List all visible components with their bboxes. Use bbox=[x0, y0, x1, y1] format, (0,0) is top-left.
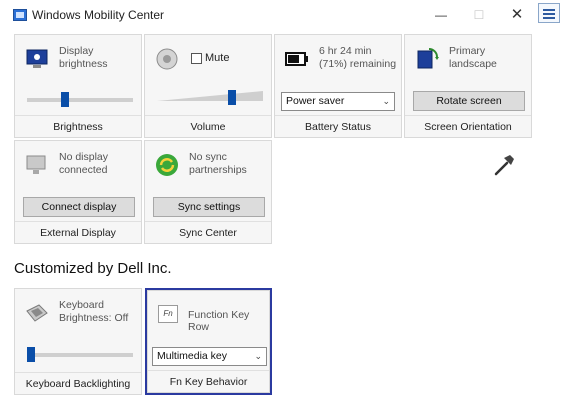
orientation-footer: Screen Orientation bbox=[405, 115, 531, 137]
maximize-button[interactable]: ☐ bbox=[469, 6, 489, 24]
volume-footer: Volume bbox=[145, 115, 271, 137]
power-plan-select[interactable]: Power saver ⌄ bbox=[281, 92, 395, 111]
keyboard-brightness-text: Keyboard Brightness: Off bbox=[59, 299, 129, 324]
volume-tile: Mute Volume bbox=[144, 34, 272, 138]
volume-slider-thumb[interactable] bbox=[227, 90, 236, 105]
battery-status-text: 6 hr 24 min (71%) remaining bbox=[319, 45, 397, 70]
sync-icon bbox=[156, 154, 178, 176]
connect-display-button[interactable]: Connect display bbox=[23, 197, 135, 217]
window-title: Windows Mobility Center bbox=[32, 8, 165, 22]
brightness-tile: Display brightness Brightness bbox=[14, 34, 142, 138]
external-display-text: No display connected bbox=[59, 151, 109, 176]
minimize-button[interactable]: — bbox=[431, 6, 451, 24]
power-plan-value: Power saver bbox=[286, 95, 345, 107]
mute-label: Mute bbox=[205, 52, 230, 64]
close-button[interactable]: ✕ bbox=[507, 6, 527, 24]
title-bar: Windows Mobility Center — ☐ ✕ bbox=[0, 0, 568, 30]
battery-footer: Battery Status bbox=[275, 115, 401, 137]
display-brightness-icon bbox=[26, 49, 48, 68]
external-display-footer: External Display bbox=[15, 221, 141, 243]
sync-settings-button[interactable]: Sync settings bbox=[153, 197, 265, 217]
mobility-center-icon bbox=[13, 9, 27, 21]
screen-orientation-icon bbox=[417, 48, 439, 69]
brightness-slider[interactable] bbox=[27, 98, 133, 102]
external-display-tile: No display connected Connect display Ext… bbox=[14, 140, 142, 244]
brightness-footer: Brightness bbox=[15, 115, 141, 137]
keyboard-backlighting-tile: Keyboard Brightness: Off Keyboard Backli… bbox=[14, 288, 142, 395]
speaker-icon bbox=[156, 48, 178, 70]
orientation-text: Primary landscape bbox=[449, 45, 497, 70]
brightness-label: Display brightness bbox=[59, 45, 108, 70]
sync-center-footer: Sync Center bbox=[145, 221, 271, 243]
external-monitor-icon bbox=[26, 155, 46, 174]
fn-key-highlight-frame bbox=[145, 288, 272, 395]
hammer-icon bbox=[494, 155, 514, 176]
rotate-screen-button[interactable]: Rotate screen bbox=[413, 91, 525, 111]
customized-heading: Customized by Dell Inc. bbox=[14, 260, 172, 277]
chevron-down-icon: ⌄ bbox=[382, 96, 390, 106]
sync-center-tile: No sync partnerships Sync settings Sync … bbox=[144, 140, 272, 244]
orientation-tile: Primary landscape Rotate screen Screen O… bbox=[404, 34, 532, 138]
volume-slider[interactable] bbox=[157, 91, 263, 103]
snip-tool-icon[interactable] bbox=[538, 3, 560, 23]
keyboard-backlighting-footer: Keyboard Backlighting bbox=[15, 372, 141, 394]
keyboard-brightness-thumb[interactable] bbox=[27, 347, 35, 362]
sync-status-text: No sync partnerships bbox=[189, 151, 247, 176]
keyboard-brightness-slider[interactable] bbox=[27, 353, 133, 357]
mute-checkbox[interactable] bbox=[191, 53, 202, 64]
battery-tile: 6 hr 24 min (71%) remaining Power saver … bbox=[274, 34, 402, 138]
brightness-slider-thumb[interactable] bbox=[61, 92, 70, 107]
battery-icon bbox=[285, 52, 308, 66]
keyboard-icon bbox=[26, 304, 48, 322]
